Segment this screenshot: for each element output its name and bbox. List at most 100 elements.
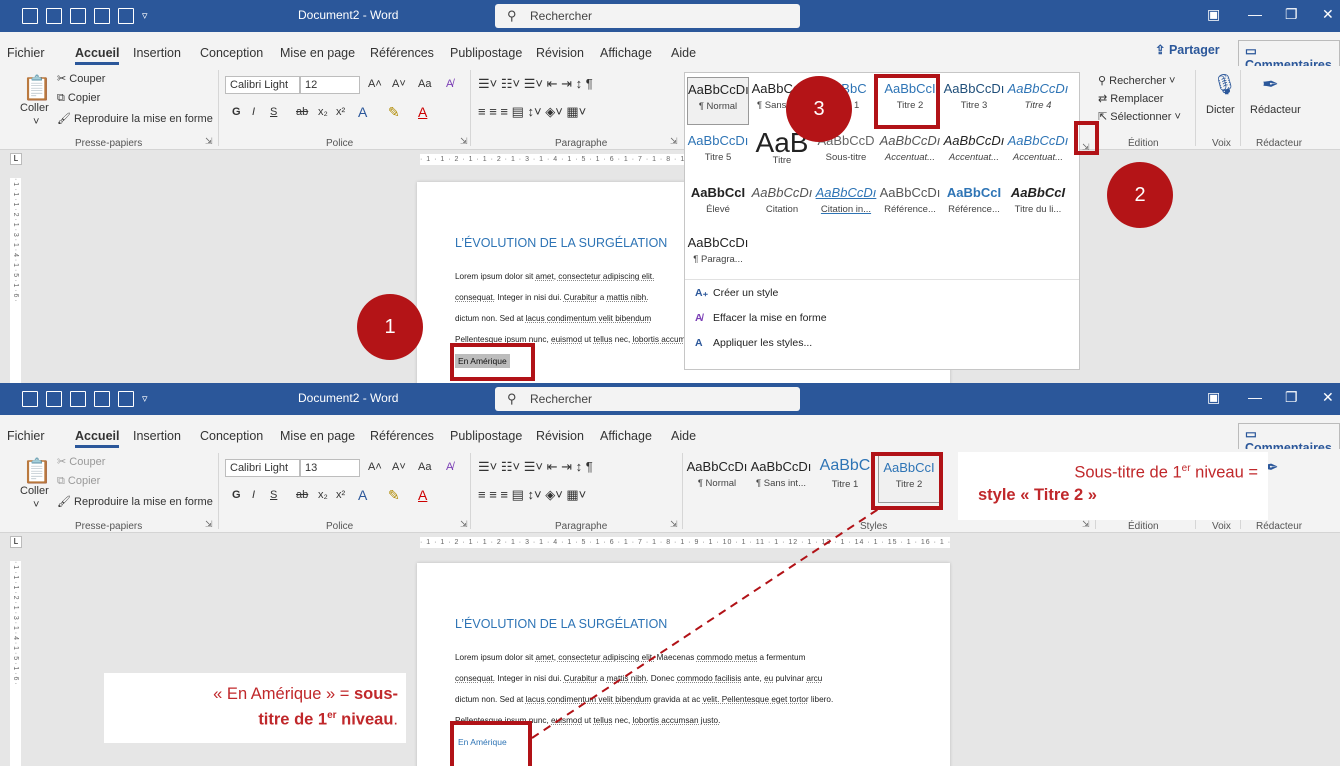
style-accentuation-3[interactable]: AaBbCcDı Accentuat...: [1007, 129, 1069, 177]
style-paragraphe[interactable]: AaBbCcDı ¶ Paragra...: [687, 231, 749, 279]
alignment-icons[interactable]: ≡ ≡ ≡ ▤ ↕˅ ◈˅ ▦˅: [478, 104, 586, 120]
new-doc-icon[interactable]: [46, 8, 62, 24]
style-name: Citation: [765, 204, 799, 215]
tab-mise-en-page[interactable]: Mise en page: [280, 46, 355, 60]
highlight-icon[interactable]: ✎: [388, 104, 400, 121]
format-painter-button[interactable]: 🖌 Reproduire la mise en forme: [57, 112, 213, 125]
email-icon[interactable]: [94, 8, 110, 24]
style-eleve[interactable]: AaBbCcI Élevé: [687, 181, 749, 229]
font-name-box[interactable]: Calibri Light: [225, 76, 300, 94]
highlight-subtitle: [450, 721, 532, 766]
style-reference-1[interactable]: AaBbCcDı Référence...: [879, 181, 941, 229]
tab-conception[interactable]: Conception: [200, 46, 263, 60]
style-titre-3[interactable]: AaBbCcDı Titre 3: [943, 77, 1005, 125]
copy-button[interactable]: ⧉ Copier: [57, 92, 100, 105]
bullets-icon[interactable]: ☰˅ ☷˅ ☰˅ ⇤ ⇥ ↕ ¶: [478, 76, 593, 92]
tab-revision[interactable]: Révision: [536, 46, 584, 60]
quick-access-toolbar: ▿: [22, 8, 158, 24]
search-box[interactable]: ⚲ Rechercher: [495, 4, 800, 28]
style-accentuation-2[interactable]: AaBbCcDı Accentuat...: [943, 129, 1005, 177]
paste-icon[interactable]: 📋: [22, 74, 52, 103]
paste-dropdown-icon[interactable]: ˅: [33, 116, 39, 128]
share-button[interactable]: ⇪ Partager: [1155, 42, 1220, 57]
style-preview: AaBbCcDı: [815, 185, 877, 200]
style-name: Titre 3: [960, 100, 988, 111]
callout-line: Sous-titre de 1er niveau =: [978, 458, 1258, 484]
style-preview: AaBbCcDı: [1007, 133, 1069, 148]
find-button[interactable]: ⚲ Rechercher ˅: [1098, 74, 1175, 87]
italic-button[interactable]: I: [252, 106, 255, 118]
font-color-icon[interactable]: A: [418, 104, 427, 120]
minimize-icon[interactable]: —: [1248, 6, 1262, 22]
font-launcher-icon[interactable]: ⇲: [460, 136, 468, 147]
callout-en-amerique: « En Amérique » = sous- titre de 1er niv…: [104, 673, 406, 743]
tab-publipostage[interactable]: Publipostage: [450, 46, 522, 60]
close-icon[interactable]: ✕: [1322, 6, 1334, 23]
tab-affichage[interactable]: Affichage: [600, 46, 652, 60]
strike-button[interactable]: ab: [296, 106, 308, 118]
microphone-icon[interactable]: 🎙: [1212, 72, 1237, 97]
apply-styles-item[interactable]: A Appliquer les styles...: [695, 337, 812, 349]
subscript-button[interactable]: x₂: [318, 106, 328, 118]
style-preview: AaBbCcI: [690, 185, 746, 200]
style-name: Élevé: [706, 204, 730, 215]
select-label: Sélectionner: [1110, 111, 1172, 123]
superscript-button[interactable]: x²: [336, 106, 345, 118]
tab-aide[interactable]: Aide: [671, 46, 696, 60]
style-citation-intense[interactable]: AaBbCcDı Citation in...: [815, 181, 877, 229]
editor-icon[interactable]: ✒: [1262, 72, 1279, 97]
style-titre-4[interactable]: AaBbCcDı Titre 4: [1007, 77, 1069, 125]
text: tellus: [593, 335, 613, 344]
shrink-font-button[interactable]: A˅: [392, 78, 406, 90]
dictate-label[interactable]: Dicter: [1206, 104, 1235, 116]
save-icon[interactable]: [22, 8, 38, 24]
clipboard-launcher-icon[interactable]: ⇲: [205, 136, 213, 147]
divider: [470, 70, 471, 146]
customize-qat-icon[interactable]: ▿: [142, 8, 158, 24]
paragraph-launcher-icon[interactable]: ⇲: [670, 136, 678, 147]
ribbon-display-icon[interactable]: ▣: [1207, 6, 1220, 23]
replace-button[interactable]: ⇄ Remplacer: [1098, 92, 1163, 105]
text: consequat.: [455, 293, 496, 302]
style-accentuation-1[interactable]: AaBbCcDı Accentuat...: [879, 129, 941, 177]
change-case-button[interactable]: Aa: [418, 78, 431, 90]
style-reference-2[interactable]: AaBbCcI Référence...: [943, 181, 1005, 229]
bold-button[interactable]: G: [232, 106, 241, 118]
style-name: Titre 5: [704, 152, 732, 163]
clear-format-icon[interactable]: A̸: [446, 78, 453, 90]
apply-styles-icon: A: [695, 337, 703, 349]
style-name: Titre 4: [1024, 100, 1052, 111]
clipboard-group-label: Presse-papiers: [75, 138, 143, 149]
text: Integer in nisi dui.: [495, 293, 564, 302]
tab-references[interactable]: Références: [370, 46, 434, 60]
tab-fichier[interactable]: Fichier: [7, 46, 45, 60]
menu-item-label: Effacer la mise en forme: [713, 312, 827, 324]
step-badge-2: 2: [1107, 162, 1173, 228]
style-preview: AaBbCcDı: [1007, 81, 1069, 96]
text: lacus condimentum velit bibendum: [525, 314, 652, 323]
create-style-item[interactable]: A₊ Créer un style: [695, 287, 778, 299]
maximize-icon[interactable]: ❐: [1285, 6, 1298, 23]
clear-formatting-item[interactable]: A̸ Effacer la mise en forme: [695, 312, 827, 324]
grow-font-button[interactable]: A˄: [368, 78, 382, 90]
font-size-box[interactable]: 12: [300, 76, 360, 94]
style-normal[interactable]: AaBbCcDı ¶ Normal: [687, 77, 749, 125]
select-button[interactable]: ⇱ Sélectionner ˅: [1098, 110, 1181, 123]
text: a: [597, 293, 607, 302]
divider: [1195, 70, 1196, 146]
open-icon[interactable]: [70, 8, 86, 24]
print-preview-icon[interactable]: [118, 8, 134, 24]
cut-button[interactable]: ✂ Couper: [57, 72, 105, 85]
tab-stop-selector-icon[interactable]: L: [10, 153, 22, 165]
copy-label: Copier: [67, 92, 101, 104]
editor-label[interactable]: Rédacteur: [1250, 104, 1301, 116]
style-citation[interactable]: AaBbCcDı Citation: [751, 181, 813, 229]
style-titre-5[interactable]: AaBbCcDı Titre 5: [687, 129, 749, 177]
tab-accueil[interactable]: Accueil: [75, 46, 120, 65]
tab-insertion[interactable]: Insertion: [133, 46, 181, 60]
style-titre-du-livre[interactable]: AaBbCcI Titre du li...: [1007, 181, 1069, 229]
text: Sous-titre de 1: [1074, 463, 1182, 482]
text-effects-icon[interactable]: A: [358, 104, 367, 120]
paste-label[interactable]: Coller: [20, 102, 49, 114]
underline-button[interactable]: S: [270, 106, 277, 118]
